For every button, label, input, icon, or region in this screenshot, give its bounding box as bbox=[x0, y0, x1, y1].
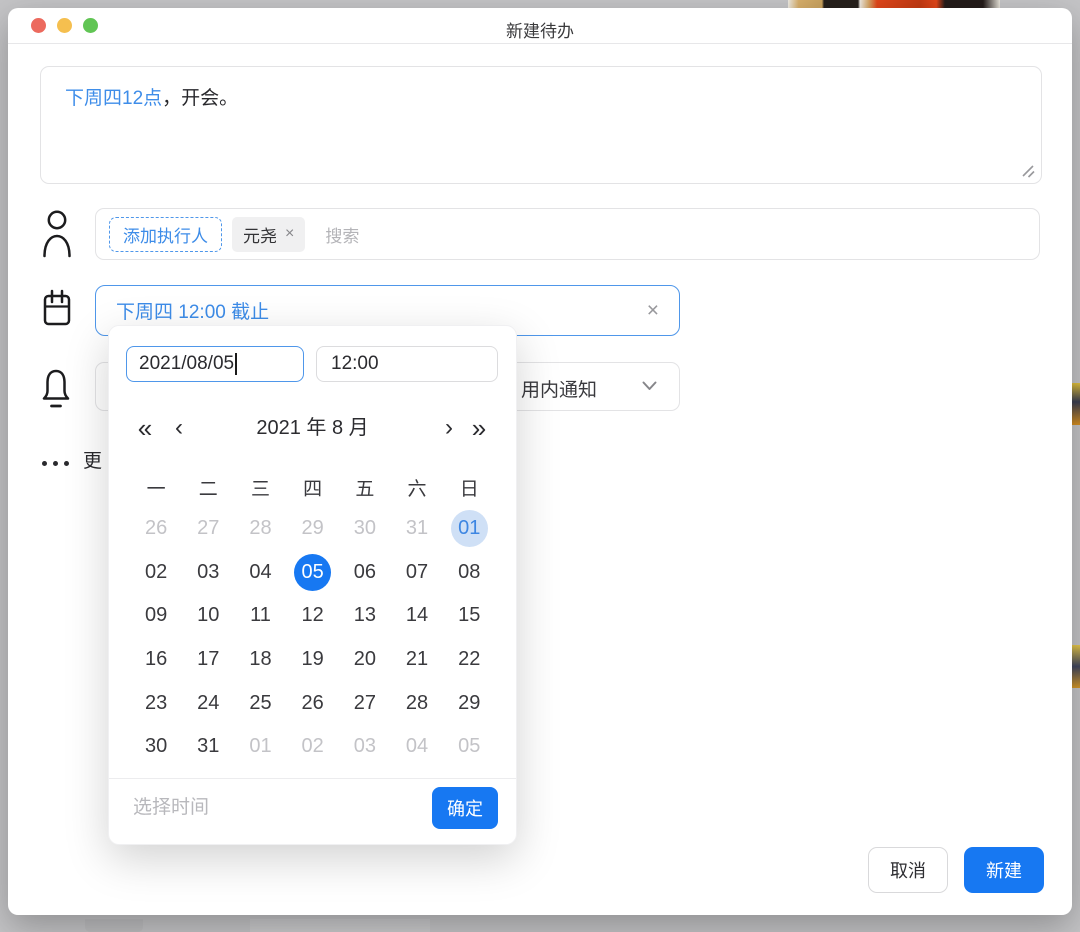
add-assignee-label: 添加执行人 bbox=[123, 222, 208, 247]
calendar-nav: « ‹ 2021 年 8 月 › » bbox=[109, 412, 516, 444]
calendar-day-13[interactable]: 13 bbox=[346, 597, 383, 634]
titlebar: 新建待办 bbox=[8, 8, 1072, 44]
calendar-day-24[interactable]: 24 bbox=[190, 685, 227, 722]
calendar-day-09[interactable]: 09 bbox=[138, 597, 175, 634]
more-options-button[interactable]: 更 bbox=[42, 446, 102, 473]
calendar-icon bbox=[42, 287, 72, 333]
weekday-label: 三 bbox=[251, 474, 270, 501]
calendar-day-10[interactable]: 10 bbox=[190, 597, 227, 634]
weekday-label: 六 bbox=[408, 474, 427, 501]
calendar-day-03[interactable]: 03 bbox=[346, 728, 383, 765]
date-field-value: 2021/08/05 bbox=[139, 353, 234, 375]
add-assignee-button[interactable]: 添加执行人 bbox=[109, 217, 222, 252]
next-month-button[interactable]: › bbox=[437, 412, 461, 444]
popup-divider bbox=[109, 778, 516, 779]
assignee-tag: 元尧 × bbox=[232, 217, 305, 252]
calendar-day-28[interactable]: 28 bbox=[242, 510, 279, 547]
calendar-day-19[interactable]: 19 bbox=[294, 641, 331, 678]
calendar-day-29[interactable]: 29 bbox=[294, 510, 331, 547]
calendar-day-26[interactable]: 26 bbox=[294, 685, 331, 722]
confirm-button[interactable]: 确定 bbox=[432, 787, 498, 829]
calendar-day-23[interactable]: 23 bbox=[138, 685, 175, 722]
time-field-value: 12:00 bbox=[331, 353, 379, 375]
create-button-label: 新建 bbox=[986, 857, 1022, 883]
calendar-day-21[interactable]: 21 bbox=[399, 641, 436, 678]
calendar-day-03[interactable]: 03 bbox=[190, 554, 227, 591]
calendar-day-31[interactable]: 31 bbox=[399, 510, 436, 547]
calendar-day-31[interactable]: 31 bbox=[190, 728, 227, 765]
calendar-day-01[interactable]: 01 bbox=[451, 510, 488, 547]
weekday-row: 一二三四五六日 bbox=[130, 472, 496, 502]
weekday-label: 二 bbox=[199, 474, 218, 501]
calendar-day-15[interactable]: 15 bbox=[451, 597, 488, 634]
todo-text-input[interactable]: 下周四12点，开会。 bbox=[40, 66, 1042, 184]
todo-text: 下周四12点，开会。 bbox=[65, 85, 238, 112]
calendar-day-07[interactable]: 07 bbox=[399, 554, 436, 591]
date-picker-popup: 2021/08/05 12:00 « ‹ 2021 年 8 月 › » 一 二 三 四… bbox=[108, 325, 517, 845]
calendar-day-20[interactable]: 20 bbox=[346, 641, 383, 678]
confirm-button-label: 确定 bbox=[447, 795, 483, 821]
calendar-day-30[interactable]: 30 bbox=[346, 510, 383, 547]
calendar-day-02[interactable]: 02 bbox=[138, 554, 175, 591]
calendar-day-30[interactable]: 30 bbox=[138, 728, 175, 765]
calendar-day-04[interactable]: 04 bbox=[242, 554, 279, 591]
calendar-day-29[interactable]: 29 bbox=[451, 685, 488, 722]
weekday-label: 五 bbox=[355, 474, 374, 501]
time-select-input[interactable]: 选择时间 bbox=[133, 787, 209, 829]
calendar-day-05[interactable]: 05 bbox=[451, 728, 488, 765]
calendar-day-04[interactable]: 04 bbox=[399, 728, 436, 765]
resize-handle-icon[interactable] bbox=[1020, 163, 1036, 179]
bell-icon bbox=[42, 366, 70, 414]
calendar-day-14[interactable]: 14 bbox=[399, 597, 436, 634]
more-options-label: 更 bbox=[83, 446, 102, 473]
cancel-button-label: 取消 bbox=[890, 857, 926, 883]
next-year-button[interactable]: » bbox=[467, 412, 491, 444]
calendar-day-25[interactable]: 25 bbox=[242, 685, 279, 722]
weekday-label: 四 bbox=[303, 474, 322, 501]
background-window-edge bbox=[250, 919, 430, 932]
time-field[interactable]: 12:00 bbox=[316, 346, 498, 382]
weekday-label: 一 bbox=[147, 474, 166, 501]
clear-date-icon[interactable]: × bbox=[647, 299, 659, 323]
due-date-value: 下周四 12:00 截止 bbox=[116, 297, 269, 324]
assignee-tag-name: 元尧 bbox=[243, 222, 277, 247]
chevron-down-icon bbox=[642, 381, 657, 391]
notification-value: 用内通知 bbox=[521, 375, 597, 402]
calendar-day-16[interactable]: 16 bbox=[138, 641, 175, 678]
calendar-day-27[interactable]: 27 bbox=[346, 685, 383, 722]
cancel-button[interactable]: 取消 bbox=[868, 847, 948, 893]
assignee-search-input[interactable]: 搜索 bbox=[325, 222, 359, 247]
calendar-day-12[interactable]: 12 bbox=[294, 597, 331, 634]
background-window-edge bbox=[85, 919, 143, 932]
background-sticker bbox=[1072, 645, 1080, 688]
calendar-day-18[interactable]: 18 bbox=[242, 641, 279, 678]
calendar-day-26[interactable]: 26 bbox=[138, 510, 175, 547]
text-caret bbox=[235, 353, 237, 375]
person-icon bbox=[42, 209, 72, 259]
todo-text-plain: ，开会。 bbox=[162, 88, 238, 109]
calendar-day-05[interactable]: 05 bbox=[294, 554, 331, 591]
todo-text-highlight: 下周四12点 bbox=[65, 88, 162, 109]
background-sticker bbox=[1072, 383, 1080, 425]
date-field[interactable]: 2021/08/05 bbox=[126, 346, 304, 382]
create-button[interactable]: 新建 bbox=[964, 847, 1044, 893]
calendar-grid: 26 27 28 29 30 31 01 02 03 04 05 06 07 08 09 10 11 12 13 14… bbox=[130, 507, 496, 769]
calendar-day-08[interactable]: 08 bbox=[451, 554, 488, 591]
assignee-input[interactable]: 添加执行人 元尧 × 搜索 bbox=[95, 208, 1040, 260]
calendar-day-27[interactable]: 27 bbox=[190, 510, 227, 547]
weekday-label: 日 bbox=[460, 474, 479, 501]
calendar-day-28[interactable]: 28 bbox=[399, 685, 436, 722]
calendar-day-02[interactable]: 02 bbox=[294, 728, 331, 765]
calendar-day-06[interactable]: 06 bbox=[346, 554, 383, 591]
remove-assignee-icon[interactable]: × bbox=[285, 225, 294, 243]
calendar-day-01[interactable]: 01 bbox=[242, 728, 279, 765]
calendar-day-11[interactable]: 11 bbox=[242, 597, 279, 634]
dialog-title: 新建待办 bbox=[8, 17, 1072, 42]
ellipsis-icon bbox=[42, 453, 69, 466]
calendar-day-17[interactable]: 17 bbox=[190, 641, 227, 678]
calendar-day-22[interactable]: 22 bbox=[451, 641, 488, 678]
